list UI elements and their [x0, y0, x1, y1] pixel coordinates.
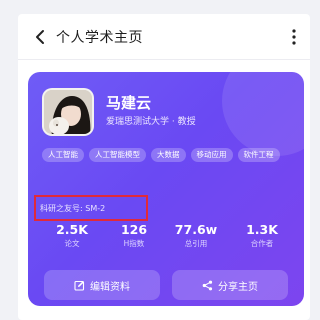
edit-icon	[74, 280, 85, 291]
share-icon	[202, 280, 213, 290]
stat-label: 论文	[64, 239, 80, 248]
profile-affiliation: 爱瑞思测试大学 · 教授	[106, 117, 196, 127]
share-profile-label: 分享主页	[218, 281, 258, 293]
stat-label: H指数	[123, 239, 145, 248]
profile-card: 马建云 爱瑞思测试大学 · 教授 人工智能 人工智能模型 大数据 移动应用 软件…	[28, 72, 304, 306]
decorative-circle	[222, 72, 304, 156]
stat-value: 2.5K	[56, 222, 88, 237]
more-vertical-icon[interactable]	[288, 27, 300, 47]
research-tag[interactable]: 软件工程	[237, 148, 280, 162]
stat-h-index[interactable]: 126 H指数	[104, 222, 164, 249]
stat-value: 1.3K	[246, 222, 278, 237]
stat-label: 总引用	[184, 239, 208, 248]
stat-collaborators[interactable]: 1.3K 合作者	[232, 222, 292, 249]
avatar[interactable]	[42, 88, 94, 136]
research-tag[interactable]: 人工智能	[42, 148, 84, 162]
stat-papers[interactable]: 2.5K 论文	[42, 222, 102, 249]
research-tag[interactable]: 人工智能模型	[89, 148, 146, 162]
stat-label: 合作者	[250, 239, 274, 248]
edit-profile-label: 编辑资料	[90, 281, 130, 293]
stat-citations[interactable]: 77.6w 总引用	[166, 222, 226, 249]
research-tags: 人工智能 人工智能模型 大数据 移动应用 软件工程	[42, 148, 292, 162]
stats-row: 2.5K 论文 126 H指数 77.6w 总引用 1.3K 合作者	[42, 222, 292, 256]
profile-page: 个人学术主页 马建云 爱瑞思测试大学 · 教授 人工智能 人工智能模型 大数据 …	[18, 14, 310, 320]
research-tag[interactable]: 移动应用	[190, 148, 233, 162]
stat-value: 77.6w	[174, 222, 218, 237]
page-title: 个人学术主页	[56, 30, 143, 46]
chevron-left-icon[interactable]	[30, 26, 50, 48]
share-profile-button[interactable]: 分享主页	[172, 270, 288, 300]
research-tag[interactable]: 大数据	[151, 148, 186, 162]
page-header: 个人学术主页	[18, 14, 310, 60]
profile-name: 马建云	[106, 94, 152, 112]
sciid-text: 科研之友号: SM-2	[40, 204, 106, 213]
stat-value: 126	[120, 222, 148, 237]
edit-profile-button[interactable]: 编辑资料	[44, 270, 160, 300]
